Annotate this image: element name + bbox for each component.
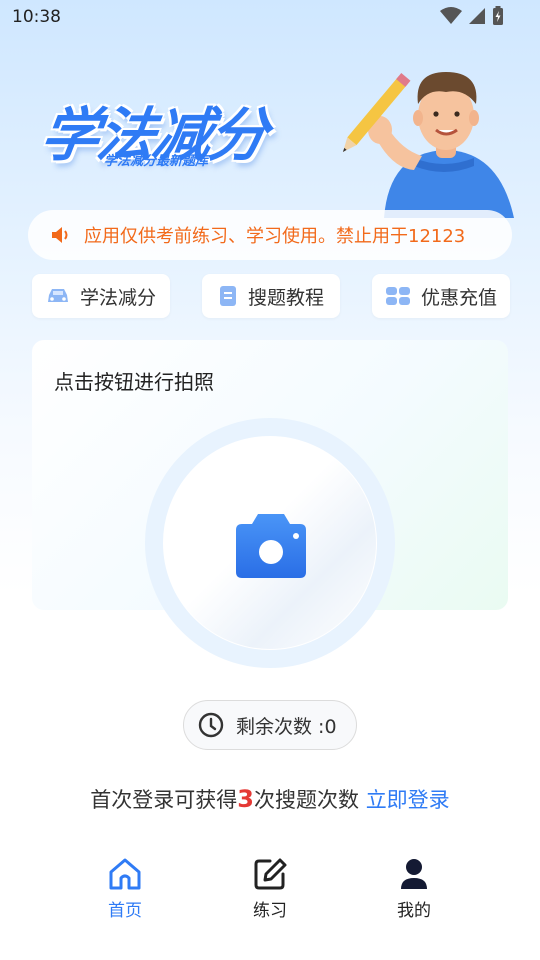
status-icons	[440, 6, 504, 26]
status-bar: 10:38	[0, 0, 540, 34]
coupon-icon	[385, 287, 410, 305]
quick-action-label: 学法减分	[79, 286, 156, 309]
status-time: 10:38	[12, 7, 61, 27]
mascot-illustration	[342, 72, 514, 218]
clock-icon	[198, 712, 224, 738]
notice-bar: 应用仅供考前练习、学习使用。禁止用于12123	[28, 210, 512, 260]
tab-home[interactable]: 首页	[75, 856, 175, 921]
battery-icon	[493, 6, 503, 25]
signal-icon	[469, 8, 485, 24]
wifi-icon	[440, 7, 462, 24]
quick-action-label: 优惠充值	[420, 286, 497, 309]
header-banner: 学法减分 学法减分最新题库	[0, 48, 540, 218]
tab-practice[interactable]: 练习	[220, 856, 320, 921]
login-prompt-prefix: 首次登录可获得	[90, 788, 238, 812]
photo-card-title: 点击按钮进行拍照	[54, 370, 214, 394]
app-logo-subtitle: 学法减分最新题库	[104, 154, 209, 169]
notice-text: 应用仅供考前练习、学习使用。禁止用于12123	[84, 226, 466, 247]
camera-icon[interactable]	[234, 510, 308, 580]
login-prompt-suffix: 次搜题次数	[254, 788, 359, 812]
quick-action-recharge[interactable]: 优惠充值	[372, 274, 510, 318]
quick-action-tutorial[interactable]: 搜题教程	[202, 274, 340, 318]
quick-action-label: 搜题教程	[247, 286, 324, 309]
quick-action-xuefa[interactable]: 学法减分	[32, 274, 170, 318]
quick-actions: 学法减分 搜题教程 优惠充值	[32, 274, 510, 318]
home-icon	[109, 858, 141, 890]
edit-icon	[254, 858, 287, 890]
bottom-tab-bar: 首页 练习 我的	[0, 856, 540, 936]
tab-label: 练习	[253, 901, 287, 921]
user-icon	[401, 859, 427, 889]
car-icon	[47, 289, 68, 302]
remaining-count-text: 剩余次数 :0	[236, 715, 337, 738]
login-prompt-count: 3	[237, 785, 254, 813]
login-prompt: 首次登录可获得3次搜题次数 立即登录	[0, 784, 540, 814]
remaining-count: 剩余次数 :0	[183, 700, 357, 750]
document-icon	[219, 286, 236, 306]
tab-label: 首页	[108, 901, 142, 921]
login-link[interactable]: 立即登录	[366, 788, 450, 812]
tab-label: 我的	[397, 901, 431, 921]
speaker-icon	[52, 227, 68, 243]
tab-mine[interactable]: 我的	[364, 856, 464, 921]
